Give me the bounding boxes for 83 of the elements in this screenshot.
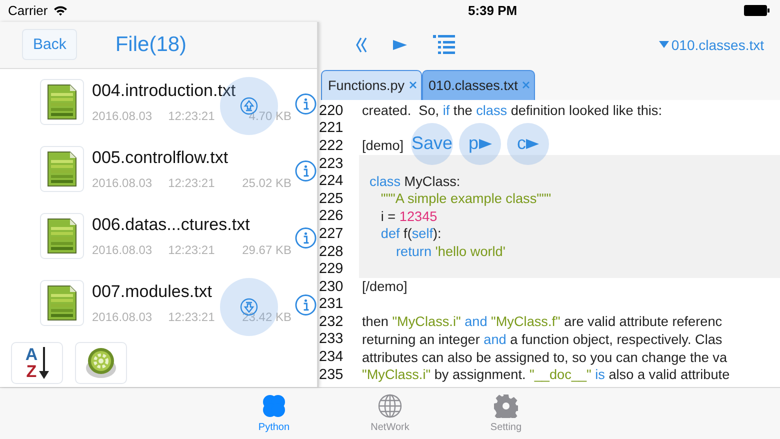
tab-bar-item[interactable]: NetWork [352, 388, 428, 439]
line-number: 222 [319, 138, 344, 154]
code-line: then "MyClass.i" and "MyClass.f" are valid attribute referenc [362, 314, 722, 330]
line-number: 230 [319, 278, 344, 295]
file-date: 2016.08.03 [92, 310, 152, 324]
text-file-icon [40, 280, 84, 326]
file-date: 2016.08.03 [92, 109, 152, 124]
file-name[interactable]: 006.datas...ctures.txt [92, 215, 292, 236]
line-number: 225 [319, 190, 344, 207]
file-time: 12:23:21 [168, 176, 215, 190]
gear-icon [84, 346, 118, 380]
file-name[interactable]: 007.modules.txt [92, 282, 292, 302]
line-number: 224 [319, 173, 344, 190]
line-number: 234 [319, 349, 344, 366]
list-icon[interactable] [433, 34, 455, 55]
info-icon[interactable] [295, 294, 317, 316]
panel-title: File(18) [115, 32, 187, 57]
line-number: 231 [319, 296, 344, 312]
file-dropdown[interactable]: 010.classes.txt [659, 36, 764, 53]
text-file-icon [40, 213, 84, 260]
play-icon [526, 138, 539, 149]
file-size: 29.67 KB [242, 243, 292, 258]
back-button[interactable]: Back [22, 29, 78, 60]
file-size: 25.02 KB [242, 176, 292, 190]
file-time: 12:23:21 [168, 310, 215, 324]
file-name[interactable]: 005.controlflow.txt [92, 148, 292, 168]
code-line: return 'hello world' [394, 244, 506, 259]
line-number: 220 [319, 102, 344, 119]
globe-icon [378, 394, 402, 418]
sort-letter: Z [25, 362, 38, 380]
line-number: 226 [319, 208, 344, 224]
code-line: returning an integer and a function object, respectively. Clas [362, 332, 722, 347]
file-date: 2016.08.03 [92, 176, 152, 190]
line-number: 233 [319, 331, 344, 348]
floating-button[interactable]: c [507, 122, 549, 165]
wifi-icon [52, 5, 68, 16]
text-file-icon [40, 146, 84, 192]
tab-bar-item[interactable]: Setting [468, 388, 544, 439]
code-line: created. So, if the class definition looked like this: [362, 103, 662, 118]
line-number: 229 [319, 261, 344, 278]
line-number: 232 [319, 314, 344, 330]
code-line: [/demo] [362, 279, 408, 294]
floating-button[interactable]: p [459, 122, 501, 165]
sort-button[interactable]: A Z [11, 342, 63, 384]
text-file-icon [40, 79, 84, 126]
editor-tab[interactable]: 010.classes.txt [422, 70, 535, 100]
info-icon[interactable] [295, 160, 317, 182]
play-icon [478, 138, 492, 149]
code-line: class MyClass: [368, 174, 460, 189]
tab-bar-item[interactable]: Python [236, 388, 312, 439]
clock: 5:39 PM [468, 3, 518, 18]
settings-button[interactable] [75, 342, 127, 384]
double-chevron-left-icon[interactable] [355, 36, 367, 53]
caret-icon [659, 41, 670, 48]
editor-tab[interactable]: Functions.py [321, 70, 422, 100]
file-name[interactable]: 004.introduction.txt [92, 81, 292, 102]
line-number: 223 [319, 156, 344, 172]
clover-icon [262, 394, 286, 418]
line-number: 221 [319, 120, 344, 136]
sort-letter: A [25, 346, 38, 363]
battery-icon [744, 5, 770, 16]
file-time: 12:23:21 [168, 243, 215, 258]
close-icon[interactable] [408, 81, 417, 90]
code-line: "MyClass.i" by assignment. "__doc__" is also a valid attribute [362, 367, 730, 382]
line-number: 227 [319, 226, 344, 242]
down-arrow-icon [38, 346, 49, 379]
info-icon[interactable] [295, 227, 317, 250]
code-line: [demo] [362, 138, 404, 154]
info-icon[interactable] [295, 93, 317, 116]
carrier-label: Carrier [8, 3, 48, 18]
file-size: 4.70 KB [248, 109, 292, 124]
code-line: """A simple example class""" [380, 191, 552, 206]
file-time: 12:23:21 [168, 109, 215, 124]
line-number: 228 [319, 244, 344, 260]
code-line: i = 12345 [380, 208, 438, 224]
code-line: def f(self): [380, 226, 442, 242]
gear-icon [494, 394, 518, 418]
line-number: 235 [319, 366, 344, 383]
code-line: attributes can also be assigned to, so you can change the va [362, 350, 728, 365]
file-date: 2016.08.03 [92, 243, 152, 258]
floating-button[interactable]: Save [411, 122, 453, 165]
file-size: 23.42 KB [242, 310, 292, 324]
play-icon[interactable] [393, 38, 407, 51]
